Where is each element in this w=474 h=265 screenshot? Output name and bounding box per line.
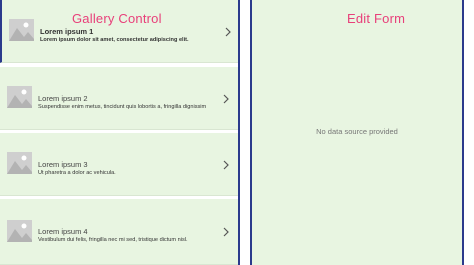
empty-state-message: No data source provided (316, 127, 398, 136)
gallery-item-subtitle: Vestibulum dui felis, fringilla nec mi s… (38, 237, 188, 243)
right-margin (464, 0, 474, 265)
edit-form[interactable]: Edit Form No data source provided (252, 0, 462, 265)
chevron-right-icon[interactable] (222, 227, 230, 237)
chevron-right-icon[interactable] (222, 160, 230, 170)
chevron-right-icon[interactable] (222, 94, 230, 104)
image-placeholder-icon (7, 152, 32, 174)
gallery-item-1[interactable]: Lorem ipsum 1 Lorem ipsum dolor sit amet… (0, 0, 238, 63)
gallery-item-subtitle: Lorem ipsum dolor sit amet, consectetur … (40, 37, 189, 43)
gallery-item-title: Lorem ipsum 1 (40, 27, 94, 36)
gallery-item-title: Lorem ipsum 4 (38, 227, 88, 236)
image-placeholder-icon (7, 86, 32, 108)
gallery-control: Lorem ipsum 1 Lorem ipsum dolor sit amet… (0, 0, 238, 265)
image-placeholder-icon (7, 220, 32, 242)
gallery-item-4[interactable]: Lorem ipsum 4 Vestibulum dui felis, frin… (0, 199, 238, 265)
gallery-item-2[interactable]: Lorem ipsum 2 Suspendisse enim metus, ti… (0, 67, 238, 130)
gallery-item-3[interactable]: Lorem ipsum 3 Ut pharetra a dolor ac veh… (0, 133, 238, 196)
gallery-item-title: Lorem ipsum 2 (38, 94, 88, 103)
gallery-item-subtitle: Suspendisse enim metus, tincidunt quis l… (38, 104, 207, 110)
gallery-item-subtitle: Ut pharetra a dolor ac vehicula. (38, 170, 116, 176)
panel-divider-left (238, 0, 240, 265)
image-placeholder-icon (9, 19, 34, 41)
chevron-right-icon[interactable] (224, 27, 232, 37)
edit-form-caption: Edit Form (347, 11, 406, 26)
gallery-control-caption: Gallery Control (72, 11, 162, 26)
gallery-item-title: Lorem ipsum 3 (38, 160, 88, 169)
